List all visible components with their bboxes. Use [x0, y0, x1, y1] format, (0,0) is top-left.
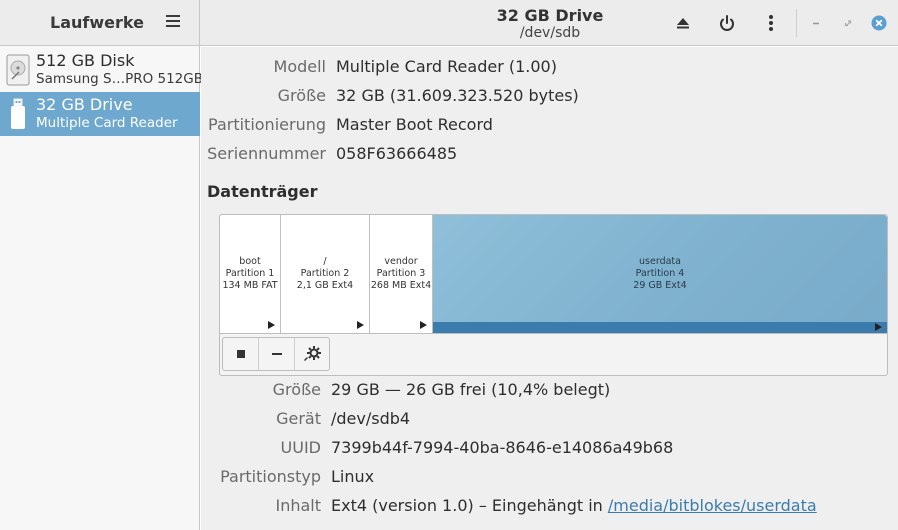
hamburger-icon[interactable] — [166, 15, 180, 29]
maximize-icon[interactable] — [840, 15, 856, 31]
partition-type-label: Partitionstyp — [220, 467, 321, 486]
partition-4-selected[interactable]: userdata Partition 4 29 GB Ext4 — [433, 215, 887, 333]
mount-point-link[interactable]: /media/bitblokes/userdata — [608, 496, 817, 515]
model-row: Modell — [201, 57, 326, 79]
kebab-menu-icon[interactable] — [758, 10, 784, 36]
partitioning-label: Partitionierung — [208, 115, 326, 134]
usage-bar — [433, 322, 887, 333]
header-separator — [796, 9, 797, 37]
partition-name: userdata — [639, 256, 681, 267]
window-title: 32 GB Drive — [496, 6, 604, 25]
serial-label: Seriennummer — [207, 144, 326, 163]
size-label: Größe — [277, 86, 326, 105]
gear-icon — [304, 346, 321, 361]
content-value: Ext4 (version 1.0) – Eingehängt in /medi… — [331, 496, 817, 515]
play-arrow-icon — [875, 323, 882, 331]
usb-drive-icon — [6, 98, 30, 130]
device-value: /dev/sdb4 — [331, 409, 411, 428]
partition-strip: boot Partition 1 134 MB FAT / Partition … — [220, 215, 887, 334]
eject-icon[interactable] — [670, 10, 696, 36]
drive-item-32gb-drive[interactable]: 32 GB Drive Multiple Card Reader — [0, 92, 200, 136]
partition-number: Partition 2 — [300, 268, 350, 279]
partition-2[interactable]: / Partition 2 2,1 GB Ext4 — [281, 215, 370, 333]
partition-name: / — [323, 256, 327, 267]
partition-number: Partition 3 — [376, 268, 426, 279]
minimize-icon[interactable] — [808, 15, 824, 31]
partition-1[interactable]: boot Partition 1 134 MB FAT — [220, 215, 281, 333]
play-arrow-icon — [357, 321, 364, 329]
drive-name: 512 GB Disk — [36, 51, 135, 70]
stop-button[interactable] — [223, 338, 259, 370]
partition-toolbar — [222, 337, 330, 371]
model-value: Multiple Card Reader (1.00) — [336, 57, 557, 76]
partition-type-value: Linux — [331, 467, 375, 486]
partition-number: Partition 4 — [635, 268, 685, 279]
partition-3[interactable]: vendor Partition 3 268 MB Ext4 — [370, 215, 433, 333]
partition-name: vendor — [384, 256, 418, 267]
partition-options-button[interactable] — [295, 338, 331, 370]
size-row: Größe — [201, 86, 326, 108]
size-value: 32 GB (31.609.323.520 bytes) — [336, 86, 579, 105]
minus-icon — [272, 353, 282, 355]
partition-size: 268 MB Ext4 — [370, 280, 432, 291]
partition-size-row: Größe — [201, 380, 321, 402]
content-text: Ext4 (version 1.0) – Eingehängt in — [331, 496, 608, 515]
play-arrow-icon — [420, 321, 427, 329]
play-arrow-icon — [268, 321, 275, 329]
uuid-row: UUID — [201, 438, 321, 460]
hard-disk-icon — [6, 54, 30, 86]
sidebar-header: Laufwerke — [0, 0, 200, 46]
sidebar-title: Laufwerke — [50, 13, 144, 32]
drive-description: Samsung S…PRO 512GB — [36, 71, 203, 87]
drive-details: Modell Multiple Card Reader (1.00) Größe… — [201, 47, 898, 530]
volume-map: boot Partition 1 134 MB FAT / Partition … — [219, 214, 888, 376]
model-label: Modell — [273, 57, 326, 76]
drive-description: Multiple Card Reader — [36, 115, 178, 131]
delete-partition-button[interactable] — [259, 338, 295, 370]
partition-name: boot — [239, 256, 261, 267]
drive-item-512gb-disk[interactable]: 512 GB Disk Samsung S…PRO 512GB — [0, 48, 203, 92]
volumes-heading: Datenträger — [207, 182, 318, 201]
window-subtitle: /dev/sdb — [519, 25, 581, 41]
partition-size-value: 29 GB — 26 GB frei (10,4% belegt) — [331, 380, 611, 399]
uuid-value: 7399b44f-7994-40ba-8646-e14086a49b68 — [331, 438, 674, 457]
content-label: Inhalt — [275, 496, 321, 515]
partitioning-value: Master Boot Record — [336, 115, 493, 134]
drive-sidebar: 512 GB Disk Samsung S…PRO 512GB 32 GB Dr… — [0, 46, 203, 530]
partition-size: 29 GB Ext4 — [633, 280, 687, 291]
partition-size: 2,1 GB Ext4 — [296, 280, 354, 291]
device-label: Gerät — [276, 409, 321, 428]
content-row: Inhalt — [201, 496, 321, 518]
partitioning-row: Partitionierung — [201, 115, 326, 137]
serial-row: Seriennummer — [201, 144, 326, 166]
partition-size-label: Größe — [272, 380, 321, 399]
close-icon[interactable] — [871, 15, 887, 31]
header-bar: Laufwerke 32 GB Drive /dev/sdb — [0, 0, 898, 46]
serial-value: 058F63666485 — [336, 144, 458, 163]
partition-type-row: Partitionstyp — [201, 467, 321, 489]
power-icon[interactable] — [714, 10, 740, 36]
stop-icon — [237, 350, 245, 358]
device-row: Gerät — [201, 409, 321, 431]
uuid-label: UUID — [280, 438, 321, 457]
drive-name: 32 GB Drive — [36, 95, 133, 114]
partition-number: Partition 1 — [225, 268, 275, 279]
partition-size: 134 MB FAT — [222, 280, 278, 291]
